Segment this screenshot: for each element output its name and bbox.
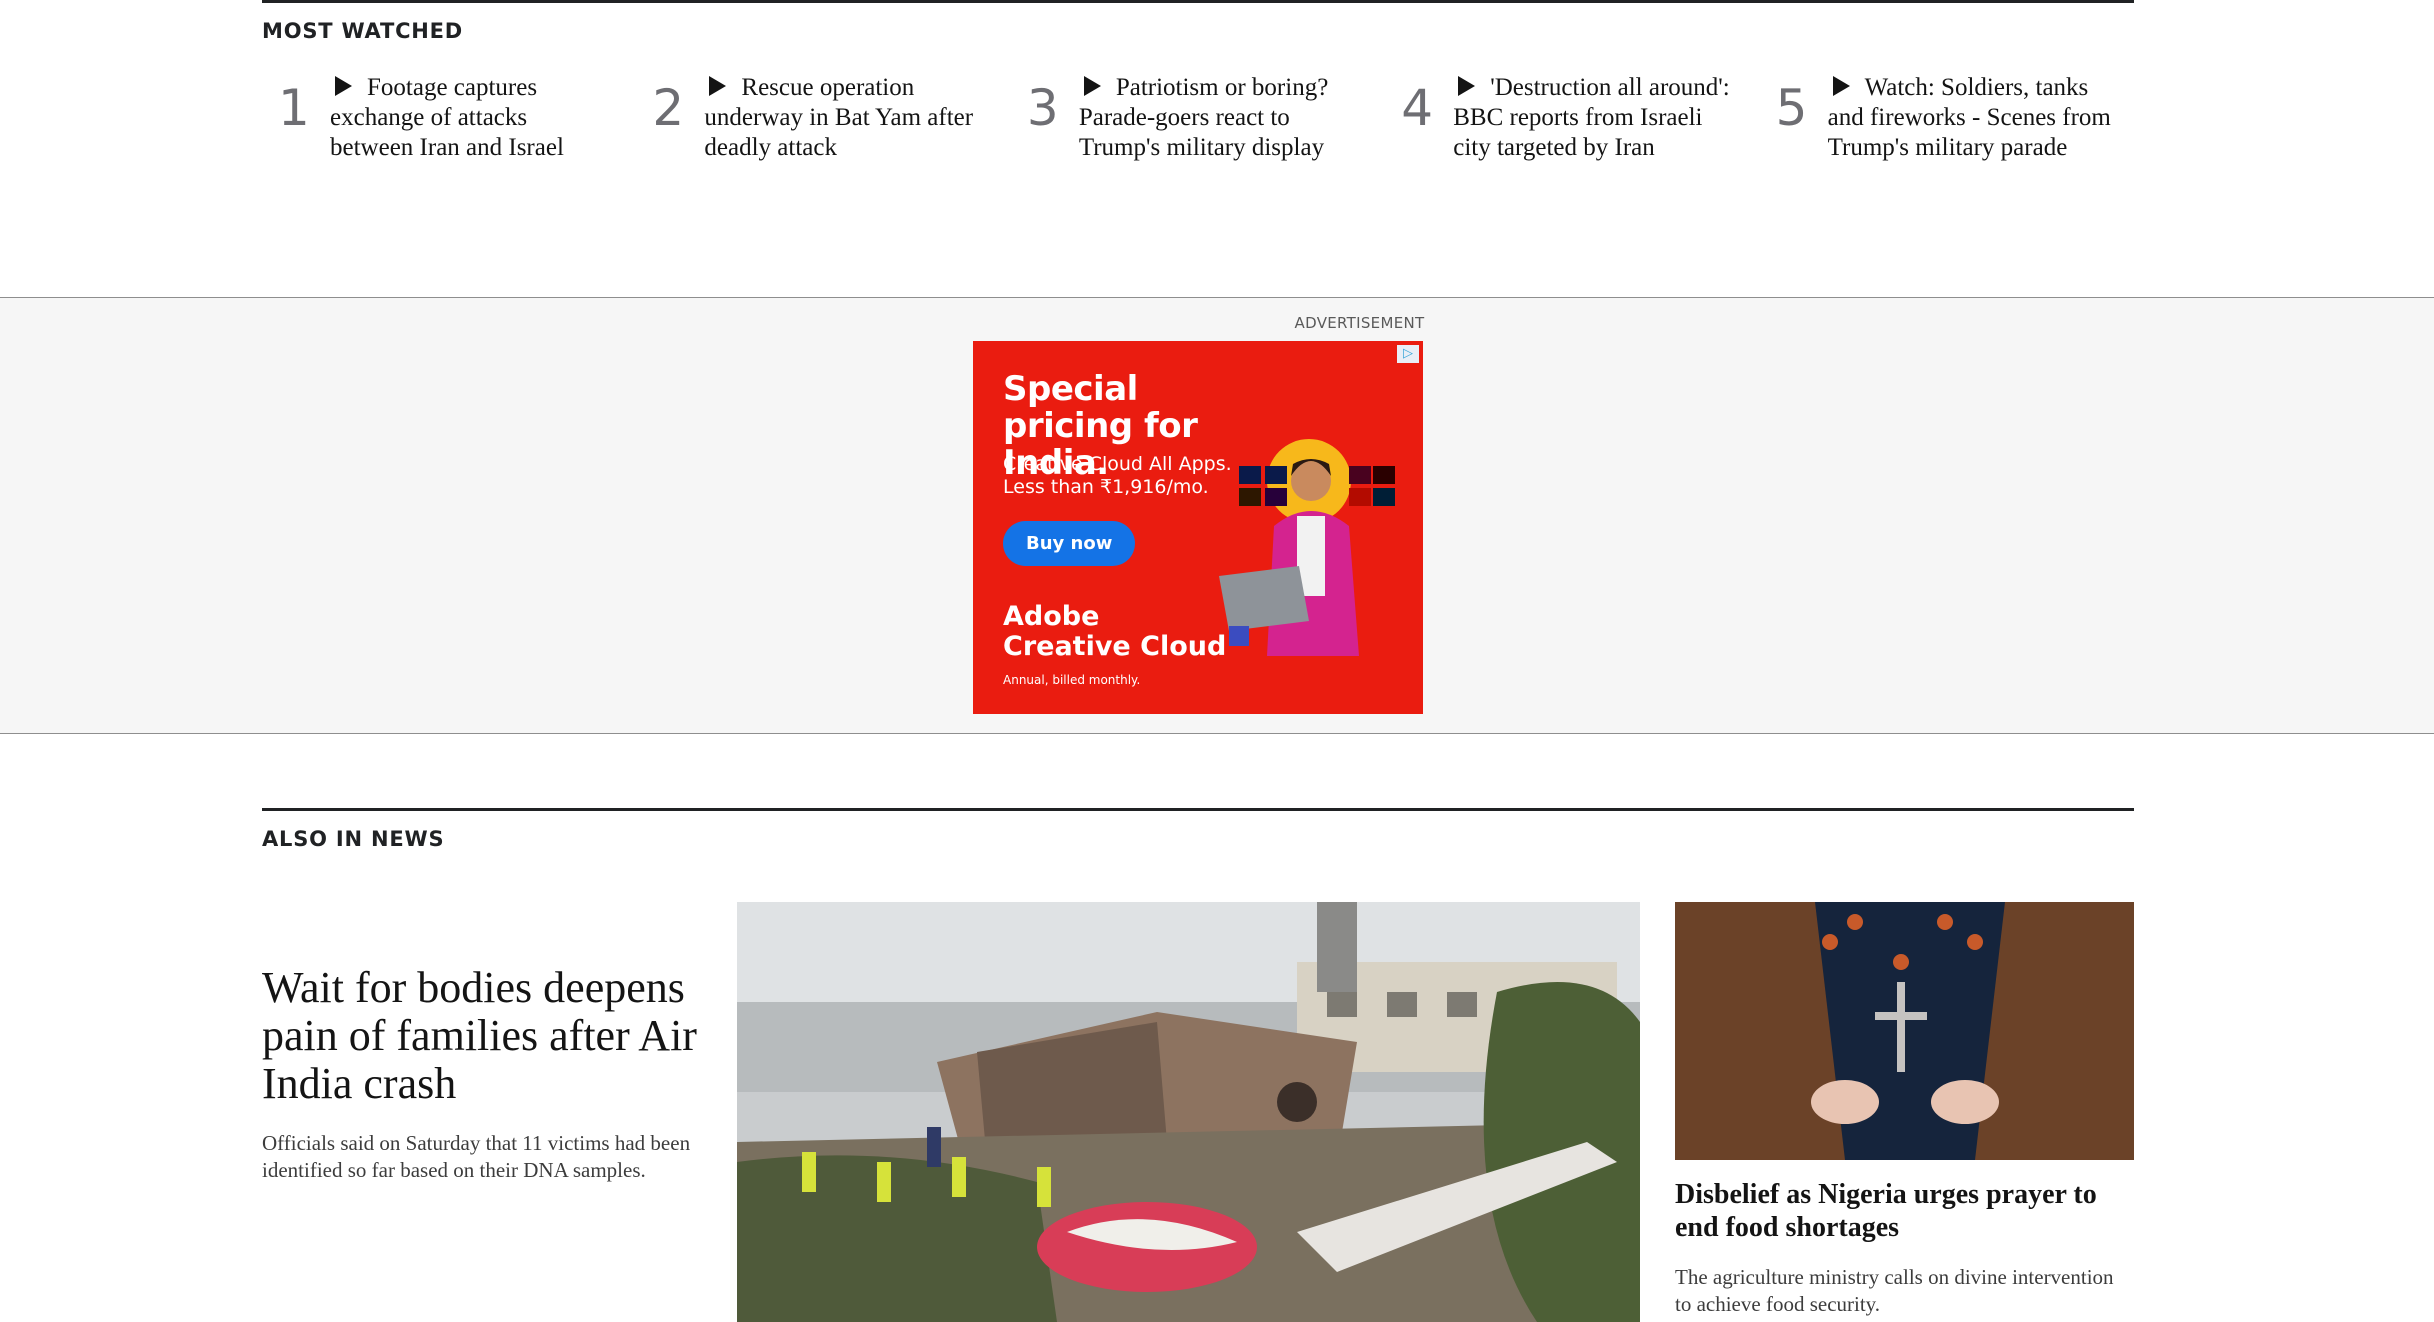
also-in-news-section: ALSO IN NEWS Wait for bodies deepens pai…: [262, 808, 2134, 1322]
most-watched-item-4[interactable]: 4 'Destruction all around': BBC reports …: [1385, 73, 1759, 163]
most-watched-heading: MOST WATCHED: [262, 19, 464, 43]
adobe-ad-banner[interactable]: ▷ Special pricing for India. Creative Cl…: [973, 341, 1423, 714]
rank-number: 4: [1401, 79, 1434, 137]
video-title[interactable]: Footage captures exchange of attacks bet…: [330, 74, 564, 161]
also-in-news-grid: Wait for bodies deepens pain of families…: [262, 902, 2134, 1322]
play-icon: [709, 76, 727, 96]
most-watched-item-1[interactable]: 1 Footage captures exchange of attacks b…: [262, 73, 636, 163]
rank-number: 5: [1775, 79, 1808, 137]
lead-story-text: Wait for bodies deepens pain of families…: [262, 902, 722, 1184]
most-watched-list: 1 Footage captures exchange of attacks b…: [262, 73, 2134, 163]
rank-number: 1: [278, 79, 310, 137]
crash-site-photo[interactable]: [737, 902, 1640, 1322]
video-title[interactable]: Patriotism or boring? Parade-goers react…: [1079, 74, 1328, 161]
lead-story-title[interactable]: Wait for bodies deepens pain of families…: [262, 964, 722, 1108]
bible-rosary-photo: [1675, 902, 2134, 1160]
advertisement-label: ADVERTISEMENT: [1294, 314, 1425, 332]
section-divider: [262, 808, 2134, 811]
play-icon: [1832, 76, 1850, 96]
play-icon: [1458, 76, 1476, 96]
play-icon: [1083, 76, 1101, 96]
side-story-card[interactable]: Disbelief as Nigeria urges prayer to end…: [1675, 902, 2134, 1318]
most-watched-item-2[interactable]: 2 Rescue operation underway in Bat Yam a…: [636, 73, 1010, 163]
lead-story-summary: Officials said on Saturday that 11 victi…: [262, 1131, 691, 1182]
ad-brand-line-2: Creative Cloud: [1003, 631, 1227, 662]
ad-choices-icon[interactable]: ▷: [1397, 345, 1419, 363]
side-story-title[interactable]: Disbelief as Nigeria urges prayer to end…: [1675, 1178, 2134, 1244]
buy-now-button[interactable]: Buy now: [1003, 521, 1136, 566]
ad-brand-line-1: Adobe: [1003, 601, 1100, 632]
bible-rosary-image: [1675, 902, 2134, 1160]
most-watched-item-5[interactable]: 5 Watch: Soldiers, tanks and fireworks -…: [1760, 73, 2134, 163]
also-in-news-heading: ALSO IN NEWS: [262, 827, 445, 851]
video-title[interactable]: Rescue operation underway in Bat Yam aft…: [704, 74, 973, 161]
advertisement-band: ADVERTISEMENT ▷ Special pricing for Indi…: [0, 297, 2434, 734]
section-divider: [262, 0, 2134, 3]
video-title[interactable]: Watch: Soldiers, tanks and fireworks - S…: [1828, 74, 2111, 161]
side-story-summary: The agriculture ministry calls on divine…: [1675, 1265, 2114, 1316]
most-watched-section: MOST WATCHED 1 Footage captures exchange…: [262, 0, 2134, 163]
video-title[interactable]: 'Destruction all around': BBC reports fr…: [1453, 74, 1730, 161]
most-watched-item-3[interactable]: 3 Patriotism or boring? Parade-goers rea…: [1011, 73, 1385, 163]
crash-site-image: [737, 902, 1640, 1322]
ad-fine-print: Annual, billed monthly.: [1003, 673, 1141, 687]
ad-brand: Adobe Creative Cloud: [1003, 602, 1226, 662]
play-icon: [335, 76, 352, 96]
person-with-laptop-illustration: [1219, 439, 1395, 656]
rank-number: 3: [1026, 79, 1059, 137]
rank-number: 2: [652, 79, 685, 137]
